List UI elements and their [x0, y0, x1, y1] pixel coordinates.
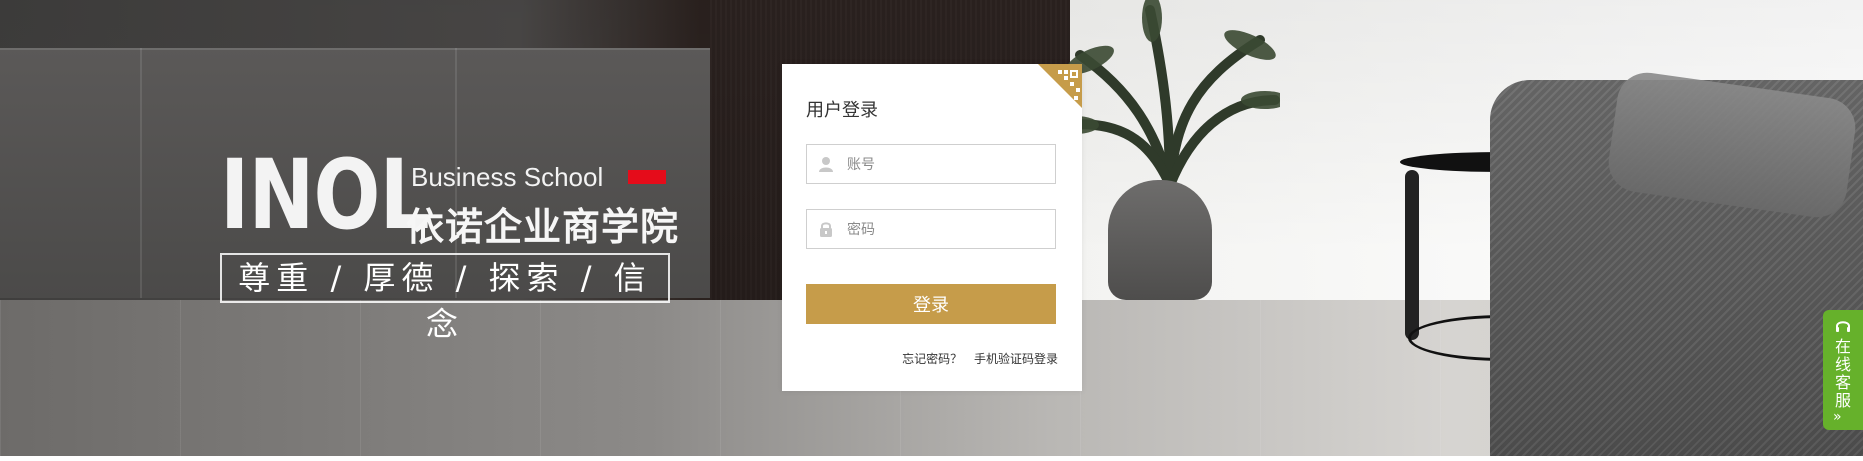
login-links: 忘记密码？ 手机验证码登录 — [902, 350, 1058, 367]
qr-code-icon[interactable] — [1038, 64, 1082, 108]
online-service-arrow: » — [1833, 409, 1842, 425]
login-button[interactable]: 登录 — [806, 284, 1056, 324]
bottom-strip — [0, 456, 1863, 461]
online-service-label: 在线客服 — [1834, 337, 1851, 410]
brand-subtitle-cn: 依诺企业商学院 — [406, 205, 680, 249]
password-field[interactable] — [806, 209, 1056, 250]
login-title: 用户登录 — [806, 100, 878, 121]
cabinet-divider — [140, 48, 142, 298]
brand-subtitle-en: Business School — [411, 162, 604, 192]
plant-pot — [1108, 180, 1212, 300]
headset-icon — [1836, 321, 1850, 332]
brand-logo-text: INOL — [220, 139, 430, 251]
account-input[interactable] — [845, 145, 1049, 185]
brand-motto: 尊重 / 厚德 / 探索 / 信念 — [220, 253, 670, 343]
login-card: 用户登录 登录 忘记密码？ 手机验证码登录 — [782, 64, 1082, 391]
brand-block: INOL Business School 依诺企业商学院 尊重 / 厚德 / 探… — [220, 139, 680, 343]
online-service-tab[interactable]: 在线客服 » — [1823, 310, 1863, 430]
lock-icon — [820, 222, 832, 237]
account-field[interactable] — [806, 144, 1056, 185]
user-icon — [819, 157, 833, 172]
brand-red-bar — [628, 170, 666, 184]
password-input[interactable] — [845, 210, 1049, 250]
side-table-leg — [1405, 170, 1419, 340]
forgot-password-link[interactable]: 忘记密码？ — [902, 352, 962, 366]
plant-decoration — [1060, 0, 1280, 190]
sms-login-link[interactable]: 手机验证码登录 — [974, 352, 1058, 366]
